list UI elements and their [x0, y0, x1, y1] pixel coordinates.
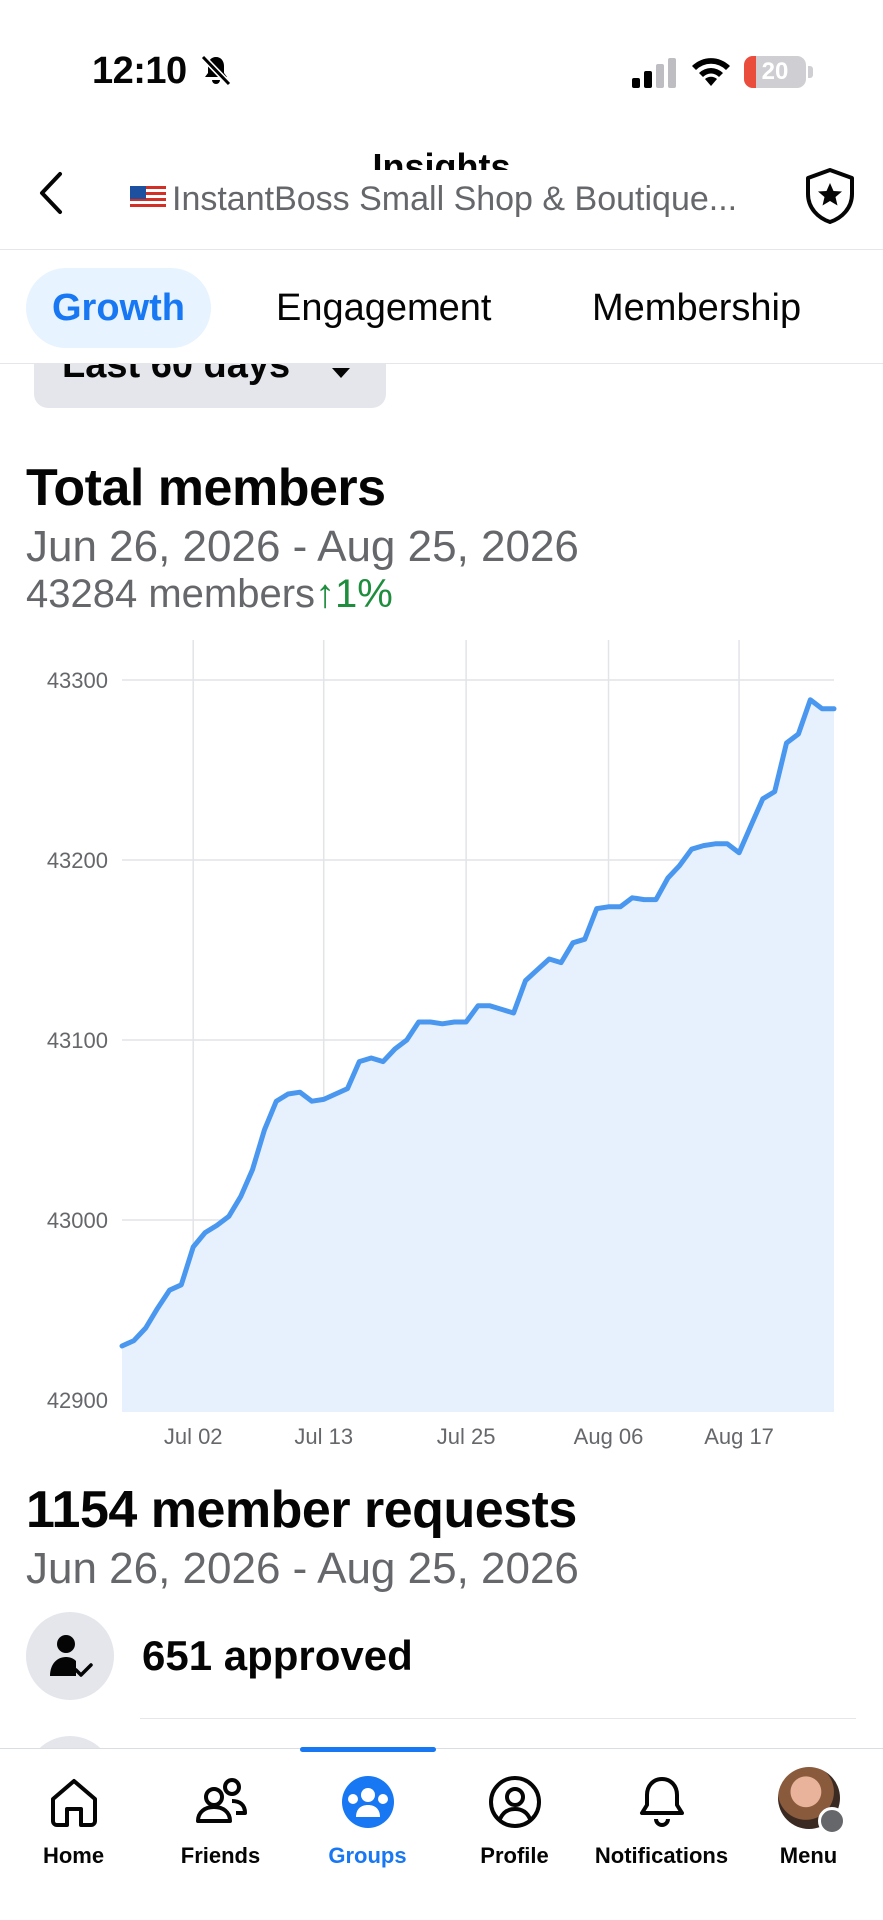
member-requests-title: 1154 member requests [26, 1481, 577, 1539]
approved-label: 651 approved [142, 1632, 413, 1679]
nav-home[interactable]: Home [0, 1749, 147, 1920]
battery-percent: 20 [761, 58, 789, 85]
nav-groups-label: Groups [328, 1843, 407, 1868]
y-tick-label: 43100 [47, 1028, 108, 1053]
y-tick-label: 43000 [47, 1208, 108, 1233]
approved-icon-circle [26, 1612, 114, 1700]
nav-profile[interactable]: Profile [441, 1749, 588, 1920]
wifi-icon [692, 58, 730, 86]
bottom-navigation: Home Friends Groups Profile Notification… [0, 1747, 883, 1920]
person-check-icon [50, 1635, 93, 1677]
divider [140, 1718, 856, 1719]
avatar [777, 1767, 846, 1835]
approved-requests-row[interactable]: 651 approved [26, 1612, 866, 1702]
x-tick-label: Aug 06 [574, 1424, 644, 1449]
x-tick-label: Jul 25 [437, 1424, 496, 1449]
nav-menu-label: Menu [779, 1843, 838, 1868]
group-name[interactable]: InstantBoss Small Shop & Boutique... [130, 180, 750, 219]
us-flag-icon [130, 186, 166, 211]
nav-profile-label: Profile [480, 1843, 549, 1868]
nav-friends-label: Friends [180, 1843, 261, 1868]
y-tick-label: 43200 [47, 848, 108, 873]
growth-percent: ↑1% [315, 572, 393, 616]
total-members-chart: 4330043200431004300042900 Jul 02 Jul 13 Ju… [47, 640, 837, 1449]
x-axis-ticks: Jul 02 Jul 13 Jul 25 Aug 06 Aug 17 [164, 1424, 774, 1449]
signal-icon [632, 58, 676, 88]
menu-badge-icon [817, 1807, 846, 1835]
y-tick-label: 42900 [47, 1388, 108, 1413]
x-tick-label: Aug 17 [704, 1424, 774, 1449]
status-time: 12:10 [92, 50, 187, 92]
nav-friends[interactable]: Friends [147, 1749, 294, 1920]
nav-groups[interactable]: Groups [294, 1749, 441, 1920]
home-icon [50, 1779, 97, 1827]
insights-tabs: Growth Engagement Membership [0, 252, 883, 364]
tab-engagement[interactable]: Engagement [250, 268, 518, 348]
bell-icon [639, 1777, 684, 1827]
battery-nub [808, 66, 813, 78]
series-area-fill [122, 699, 834, 1412]
x-tick-label: Jul 13 [294, 1424, 353, 1449]
nav-home-label: Home [42, 1843, 105, 1868]
y-tick-label: 43300 [47, 668, 108, 693]
tab-membership[interactable]: Membership [566, 268, 827, 348]
friends-icon [195, 1778, 247, 1823]
back-icon[interactable] [34, 168, 68, 218]
admin-shield-icon[interactable] [802, 166, 858, 226]
page-title: Insights [372, 146, 511, 170]
tab-growth[interactable]: Growth [26, 268, 211, 348]
members-count: 43284 members [26, 572, 316, 616]
nav-notifications-label: Notifications [594, 1843, 729, 1868]
total-members-date-range: Jun 26, 2026 - Aug 25, 2026 [26, 522, 579, 571]
member-requests-date-range: Jun 26, 2026 - Aug 25, 2026 [26, 1544, 579, 1593]
nav-notifications[interactable]: Notifications [588, 1749, 735, 1920]
header: Insights InstantBoss Small Shop & Boutiq… [0, 130, 883, 250]
x-tick-label: Jul 02 [164, 1424, 223, 1449]
groups-icon [341, 1776, 394, 1828]
group-name-text: InstantBoss Small Shop & Boutique... [172, 180, 738, 218]
members-count-line: 43284 members↑1% [26, 572, 393, 617]
status-bar: 12:10 20 [0, 0, 883, 130]
battery-indicator: 20 [744, 56, 806, 88]
caret-down-icon [332, 368, 350, 378]
nav-menu[interactable]: Menu [735, 1749, 882, 1920]
y-axis-ticks: 43300 43200 43100 43000 42900 [47, 668, 108, 1413]
bell-off-icon [200, 54, 232, 87]
total-members-title: Total members [26, 459, 386, 517]
profile-icon [488, 1776, 541, 1828]
